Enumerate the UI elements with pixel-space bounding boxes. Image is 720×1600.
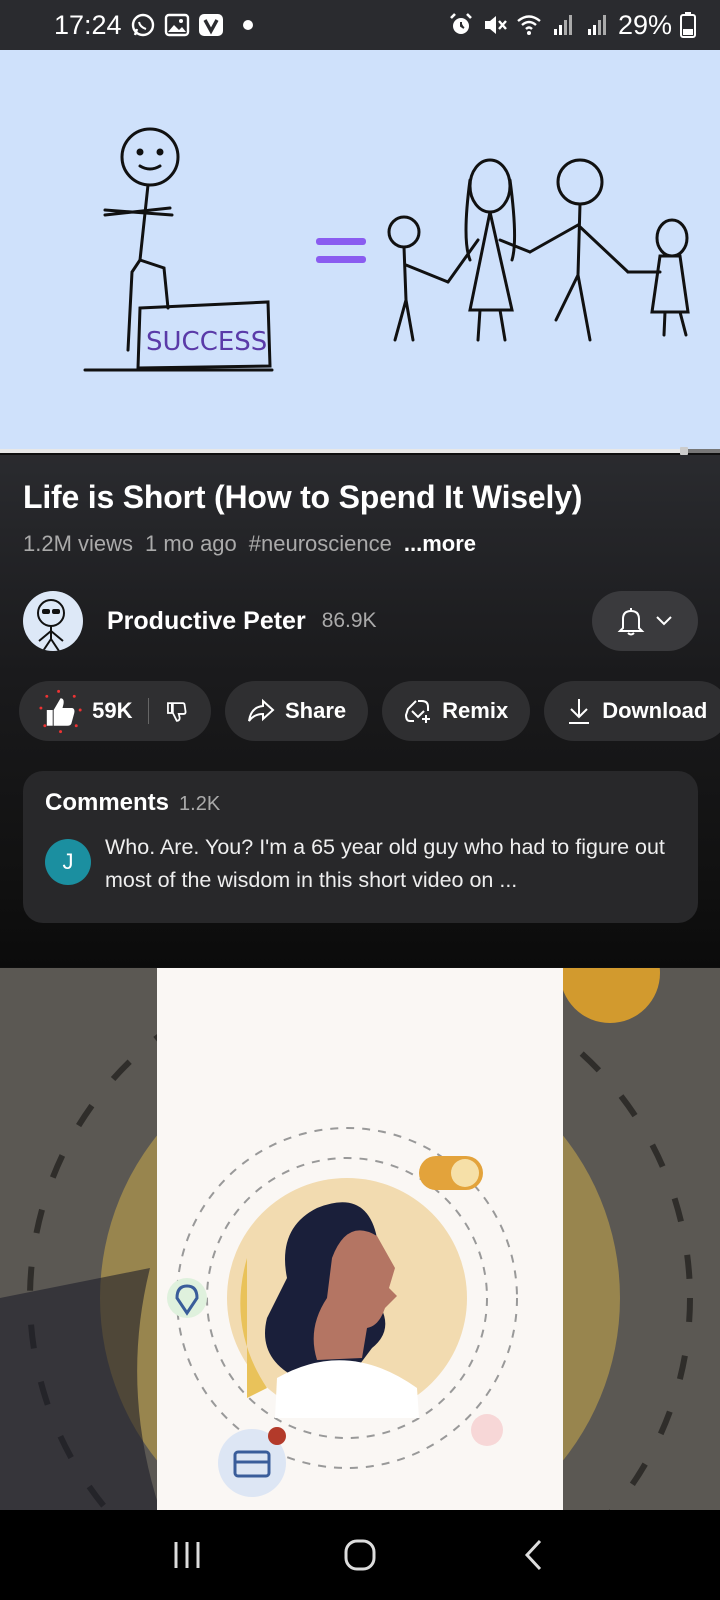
download-icon [569,699,590,724]
video-progress-bar[interactable] [0,447,720,455]
dot-icon [242,20,253,30]
progress-scrubber[interactable] [680,447,688,455]
comment-preview: Who. Are. You? I'm a 65 year old guy who… [105,835,665,892]
video-title[interactable]: Life is Short (How to Spend It Wisely) [23,477,582,517]
whatsapp-icon [131,13,154,37]
video-info-panel: Life is Short (How to Spend It Wisely) 1… [0,455,720,967]
channel-row[interactable]: Productive Peter 86.9K [23,590,698,652]
like-dislike-pill: 59K [19,681,211,741]
comments-panel[interactable]: Comments 1.2K J Who. Are. You? I'm a 65 … [23,771,698,923]
video-meta[interactable]: 1.2M views 1 mo ago #neuroscience ...mor… [23,531,476,557]
view-count: 1.2M views [23,531,134,556]
share-label: Share [285,698,347,723]
remix-icon [405,700,431,723]
short-thumbnail[interactable] [157,968,563,1510]
download-button[interactable]: Download [544,681,720,741]
notification-bell-button[interactable] [592,591,698,651]
system-navigation-bar [0,1510,720,1600]
comments-count: 1.2K [179,793,221,815]
comments-title: Comments [45,789,170,816]
like-icon[interactable] [37,688,82,734]
signal-icon [553,15,572,35]
progress-fill [0,449,684,453]
share-button[interactable]: Share [225,681,369,741]
bell-icon [617,608,645,636]
like-count[interactable]: 59K [92,698,132,724]
success-sign-text: SUCCESS [146,327,267,357]
download-label: Download [602,698,708,723]
dislike-icon[interactable] [165,699,189,723]
commenter-avatar: J [45,839,91,885]
remix-button[interactable]: Remix [382,681,531,741]
recent-apps-button[interactable] [157,1525,217,1585]
hashtag-link[interactable]: #neuroscience [249,531,392,557]
more-link[interactable]: ...more [404,531,476,557]
signal-icon [587,15,606,35]
v-app-icon [198,14,223,36]
mute-icon [484,16,507,34]
upload-age: 1 mo ago [145,531,237,556]
channel-avatar[interactable] [23,591,83,651]
channel-name[interactable]: Productive Peter [107,607,306,636]
remix-label: Remix [442,698,509,723]
back-icon [525,1539,542,1571]
woman-profile-illustration [167,1127,518,1497]
subscriber-count: 86.9K [321,609,377,632]
status-time: 17:24 [54,9,122,40]
status-bar: 17:24 29% [0,0,720,50]
action-bar: 59K Share Remix Download [19,681,720,743]
back-button[interactable] [503,1525,563,1585]
home-button[interactable] [330,1525,390,1585]
share-icon [248,698,275,722]
stick-figure-avatar-icon [37,599,65,651]
recent-apps-icon [174,1542,200,1568]
gallery-icon [164,13,189,37]
battery-icon [680,12,696,38]
chevron-down-icon [656,616,672,626]
battery-percent: 29% [617,9,672,40]
video-player[interactable]: SUCCESS [0,50,720,452]
home-icon [344,1539,376,1571]
next-short-preview[interactable] [0,968,720,1510]
like-divider [148,698,150,724]
video-frame-illustration: SUCCESS [83,127,690,372]
wifi-icon [517,15,541,35]
alarm-icon [450,13,472,34]
